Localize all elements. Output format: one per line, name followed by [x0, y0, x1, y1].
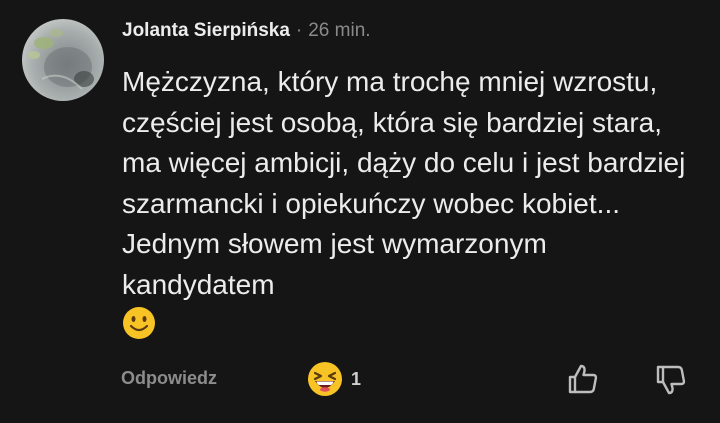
timestamp: 26 min.	[308, 20, 371, 41]
comment-text: Mężczyzna, który ma trochę mniej wzrostu…	[122, 66, 686, 300]
avatar[interactable]	[22, 19, 104, 101]
dislike-button[interactable]	[654, 363, 688, 397]
author-name[interactable]: Jolanta Sierpińska	[122, 20, 290, 42]
thumbs-up-icon	[568, 364, 598, 394]
thumbs-down-icon	[656, 365, 686, 395]
separator-dot: ·	[295, 20, 303, 41]
grinning-squinting-face-icon	[308, 362, 342, 396]
avatar-image	[22, 19, 104, 101]
reaction-count: 1	[351, 368, 362, 389]
reaction-summary[interactable]: 1	[307, 361, 361, 397]
like-button[interactable]	[566, 362, 600, 396]
slightly-smiling-face-icon	[122, 306, 156, 340]
reply-button[interactable]: Odpowiedz	[121, 368, 217, 389]
comment-header: Jolanta Sierpińska · 26 min.	[122, 20, 371, 42]
